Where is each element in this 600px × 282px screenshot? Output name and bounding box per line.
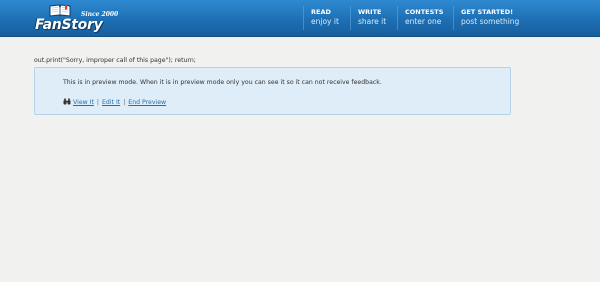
preview-actions: View It | Edit It | End Preview (63, 98, 166, 107)
nav-write-subtitle: share it (358, 17, 387, 26)
nav-divider (303, 6, 304, 30)
preview-mode-notice: This is in preview mode. When it is in p… (34, 67, 511, 115)
nav-read-subtitle: enjoy it (311, 17, 339, 26)
binoculars-icon (63, 98, 71, 105)
nav-read[interactable]: READ enjoy it (303, 0, 350, 36)
preview-message: This is in preview mode. When it is in p… (63, 79, 382, 86)
nav-divider (350, 6, 351, 30)
nav-get-started-title: GET STARTED! (461, 8, 514, 16)
nav-write-title: WRITE (358, 8, 382, 16)
nav-contests-title: CONTESTS (405, 8, 444, 16)
nav-contests-subtitle: enter one (405, 17, 442, 26)
end-preview-link[interactable]: End Preview (128, 99, 166, 106)
view-it-link[interactable]: View It (73, 99, 94, 106)
nav-contests[interactable]: CONTESTS enter one (397, 0, 453, 36)
error-code-text: out.print("Sorry, improper call of this … (34, 57, 196, 64)
nav-read-title: READ (311, 8, 331, 16)
nav-divider (453, 6, 454, 30)
top-navigation-bar: Since 2000 FanStory READ enjoy it WRITE … (0, 0, 600, 37)
edit-it-link[interactable]: Edit It (102, 99, 120, 106)
nav-divider (397, 6, 398, 30)
book-icon (49, 4, 71, 17)
nav-write[interactable]: WRITE share it (350, 0, 397, 36)
logo-wordmark: FanStory (35, 17, 103, 33)
nav-get-started-subtitle: post something (461, 17, 520, 26)
nav-get-started[interactable]: GET STARTED! post something (453, 0, 523, 36)
link-separator: | (123, 99, 126, 106)
fanstory-logo[interactable]: Since 2000 FanStory (35, 3, 135, 33)
link-separator: | (96, 99, 99, 106)
